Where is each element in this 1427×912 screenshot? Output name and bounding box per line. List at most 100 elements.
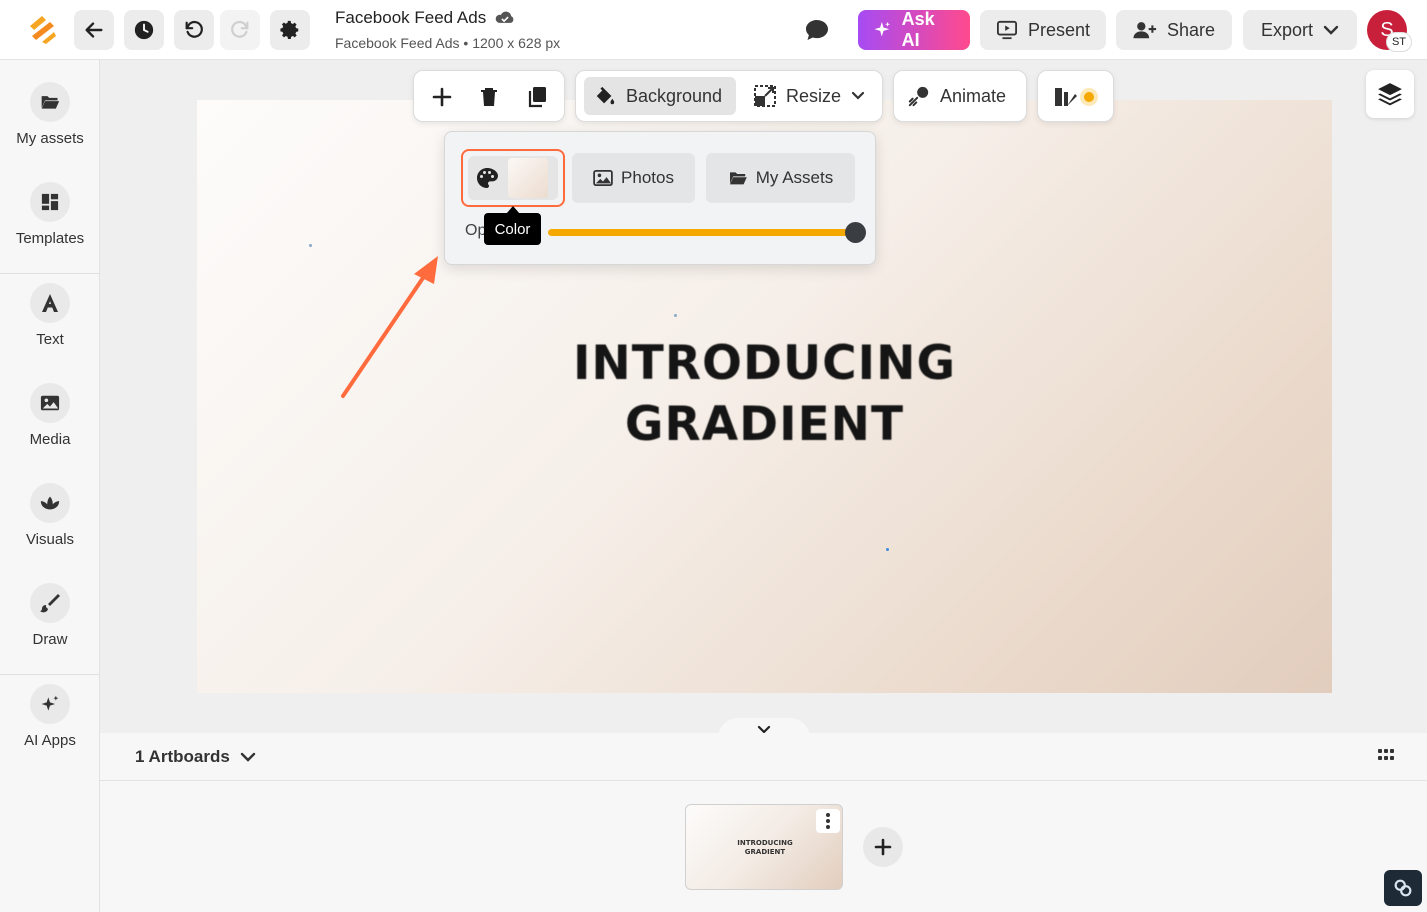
comments-icon[interactable] <box>804 18 830 42</box>
avatar-badge: ST <box>1386 32 1412 52</box>
photos-label: Photos <box>621 168 674 187</box>
sidebar-divider <box>0 273 100 274</box>
my-assets-button[interactable]: My Assets <box>706 153 855 203</box>
trash-icon <box>481 88 497 106</box>
export-button[interactable]: Export <box>1243 10 1357 50</box>
left-sidebar: My assets Templates Text Media Visuals D… <box>0 60 100 912</box>
redo-icon <box>231 20 249 38</box>
sidebar-item-text[interactable]: Text <box>0 283 100 348</box>
add-button[interactable] <box>428 83 456 111</box>
sidebar-item-templates[interactable]: Templates <box>0 182 100 247</box>
sidebar-item-my-assets[interactable]: My assets <box>0 82 100 147</box>
gear-icon <box>280 20 299 39</box>
image-icon <box>30 383 70 423</box>
copy-icon <box>528 87 546 108</box>
duplicate-button[interactable] <box>523 83 551 111</box>
clock-icon <box>134 20 154 40</box>
color-swatch <box>508 158 548 198</box>
color-tooltip: Color <box>484 213 541 245</box>
plus-icon <box>432 87 452 107</box>
share-label: Share <box>1166 19 1216 40</box>
sidebar-item-label: Media <box>29 431 71 448</box>
brush-icon <box>30 583 70 623</box>
photos-button[interactable]: Photos <box>572 153 695 203</box>
present-button[interactable]: Present <box>980 10 1106 50</box>
sidebar-item-label: Templates <box>15 230 85 247</box>
sidebar-item-ai-apps[interactable]: AI Apps <box>0 684 100 749</box>
sidebar-item-visuals[interactable]: Visuals <box>0 483 100 548</box>
resize-icon <box>754 85 776 107</box>
my-assets-label: My Assets <box>755 168 834 187</box>
background-label: Background <box>626 85 723 106</box>
export-label: Export <box>1260 19 1314 40</box>
grid-view-icon[interactable] <box>1378 749 1394 761</box>
sidebar-item-label: Visuals <box>25 531 75 548</box>
top-bar: Facebook Feed Ads Facebook Feed Ads • 12… <box>0 0 1427 60</box>
palette-icon <box>477 168 498 188</box>
opacity-slider-track[interactable] <box>548 229 855 236</box>
text-icon <box>30 283 70 323</box>
brand-kit-icon <box>1055 88 1098 106</box>
brand-kit-button[interactable] <box>1052 83 1100 111</box>
opacity-slider-thumb[interactable] <box>845 222 866 243</box>
thumbnail-line-1: INTRODUCING <box>737 839 793 847</box>
share-button[interactable]: Share <box>1116 10 1232 50</box>
resize-button[interactable]: Resize <box>744 77 878 115</box>
lotus-icon <box>30 483 70 523</box>
animate-icon <box>908 86 929 107</box>
chevron-down-icon <box>1323 25 1339 35</box>
resize-label: Resize <box>786 85 842 106</box>
annotation-arrow <box>341 256 438 398</box>
folder-open-icon <box>729 172 747 185</box>
canvas-dot <box>309 244 312 247</box>
animate-toolbar: Animate <box>893 70 1027 122</box>
sidebar-item-draw[interactable]: Draw <box>0 583 100 648</box>
history-button[interactable] <box>124 10 164 50</box>
kebab-menu-icon <box>826 813 830 829</box>
sparkle-icon <box>30 684 70 724</box>
app-logo-icon[interactable] <box>24 12 60 48</box>
thumbnail-line-2: GRADIENT <box>744 848 786 856</box>
canvas-dot <box>886 548 889 551</box>
layers-button[interactable] <box>1366 70 1414 118</box>
chevron-down-icon <box>240 752 255 762</box>
delete-button[interactable] <box>475 83 503 111</box>
artboards-label: 1 Artboards <box>135 747 230 766</box>
folder-icon <box>30 82 70 122</box>
sparkle-icon <box>874 21 891 37</box>
document-title[interactable]: Facebook Feed Ads <box>335 8 516 28</box>
redo-button[interactable] <box>220 10 260 50</box>
monitor-play-icon <box>996 20 1017 40</box>
headline-line-2[interactable]: GRADIENT <box>197 397 1332 452</box>
background-button[interactable]: Background <box>584 77 736 115</box>
document-title-text: Facebook Feed Ads <box>335 8 487 27</box>
artboards-panel: 1 Artboards INTRODUCING GRADIENT <box>100 733 1427 912</box>
thumbnail-menu-button[interactable] <box>816 809 840 833</box>
element-toolbar <box>413 70 565 122</box>
color-button-inner <box>468 156 558 200</box>
ask-ai-button[interactable]: Ask AI <box>858 9 970 50</box>
templates-icon <box>30 182 70 222</box>
add-user-icon <box>1133 22 1157 39</box>
undo-button[interactable] <box>174 10 214 50</box>
artboard-thumbnail[interactable]: INTRODUCING GRADIENT <box>685 804 843 890</box>
artboards-dropdown[interactable]: 1 Artboards <box>135 747 256 767</box>
add-artboard-button[interactable] <box>863 827 903 867</box>
sidebar-item-label: Draw <box>32 631 68 648</box>
link-icon[interactable] <box>1384 870 1422 906</box>
arrow-left-icon <box>85 22 103 38</box>
undo-icon <box>185 20 203 38</box>
color-button[interactable] <box>461 149 565 207</box>
image-icon <box>593 170 613 186</box>
present-label: Present <box>1027 19 1091 40</box>
sidebar-item-media[interactable]: Media <box>0 383 100 448</box>
thumbnail-text: INTRODUCING GRADIENT <box>686 839 842 857</box>
sidebar-item-label: My assets <box>16 130 84 147</box>
sidebar-divider <box>0 674 100 675</box>
settings-button[interactable] <box>270 10 310 50</box>
canvas-dot <box>674 314 677 317</box>
layers-icon <box>1378 83 1402 106</box>
back-button[interactable] <box>74 10 114 50</box>
animate-button[interactable]: Animate <box>898 77 1024 115</box>
paint-bucket-icon <box>596 86 615 105</box>
